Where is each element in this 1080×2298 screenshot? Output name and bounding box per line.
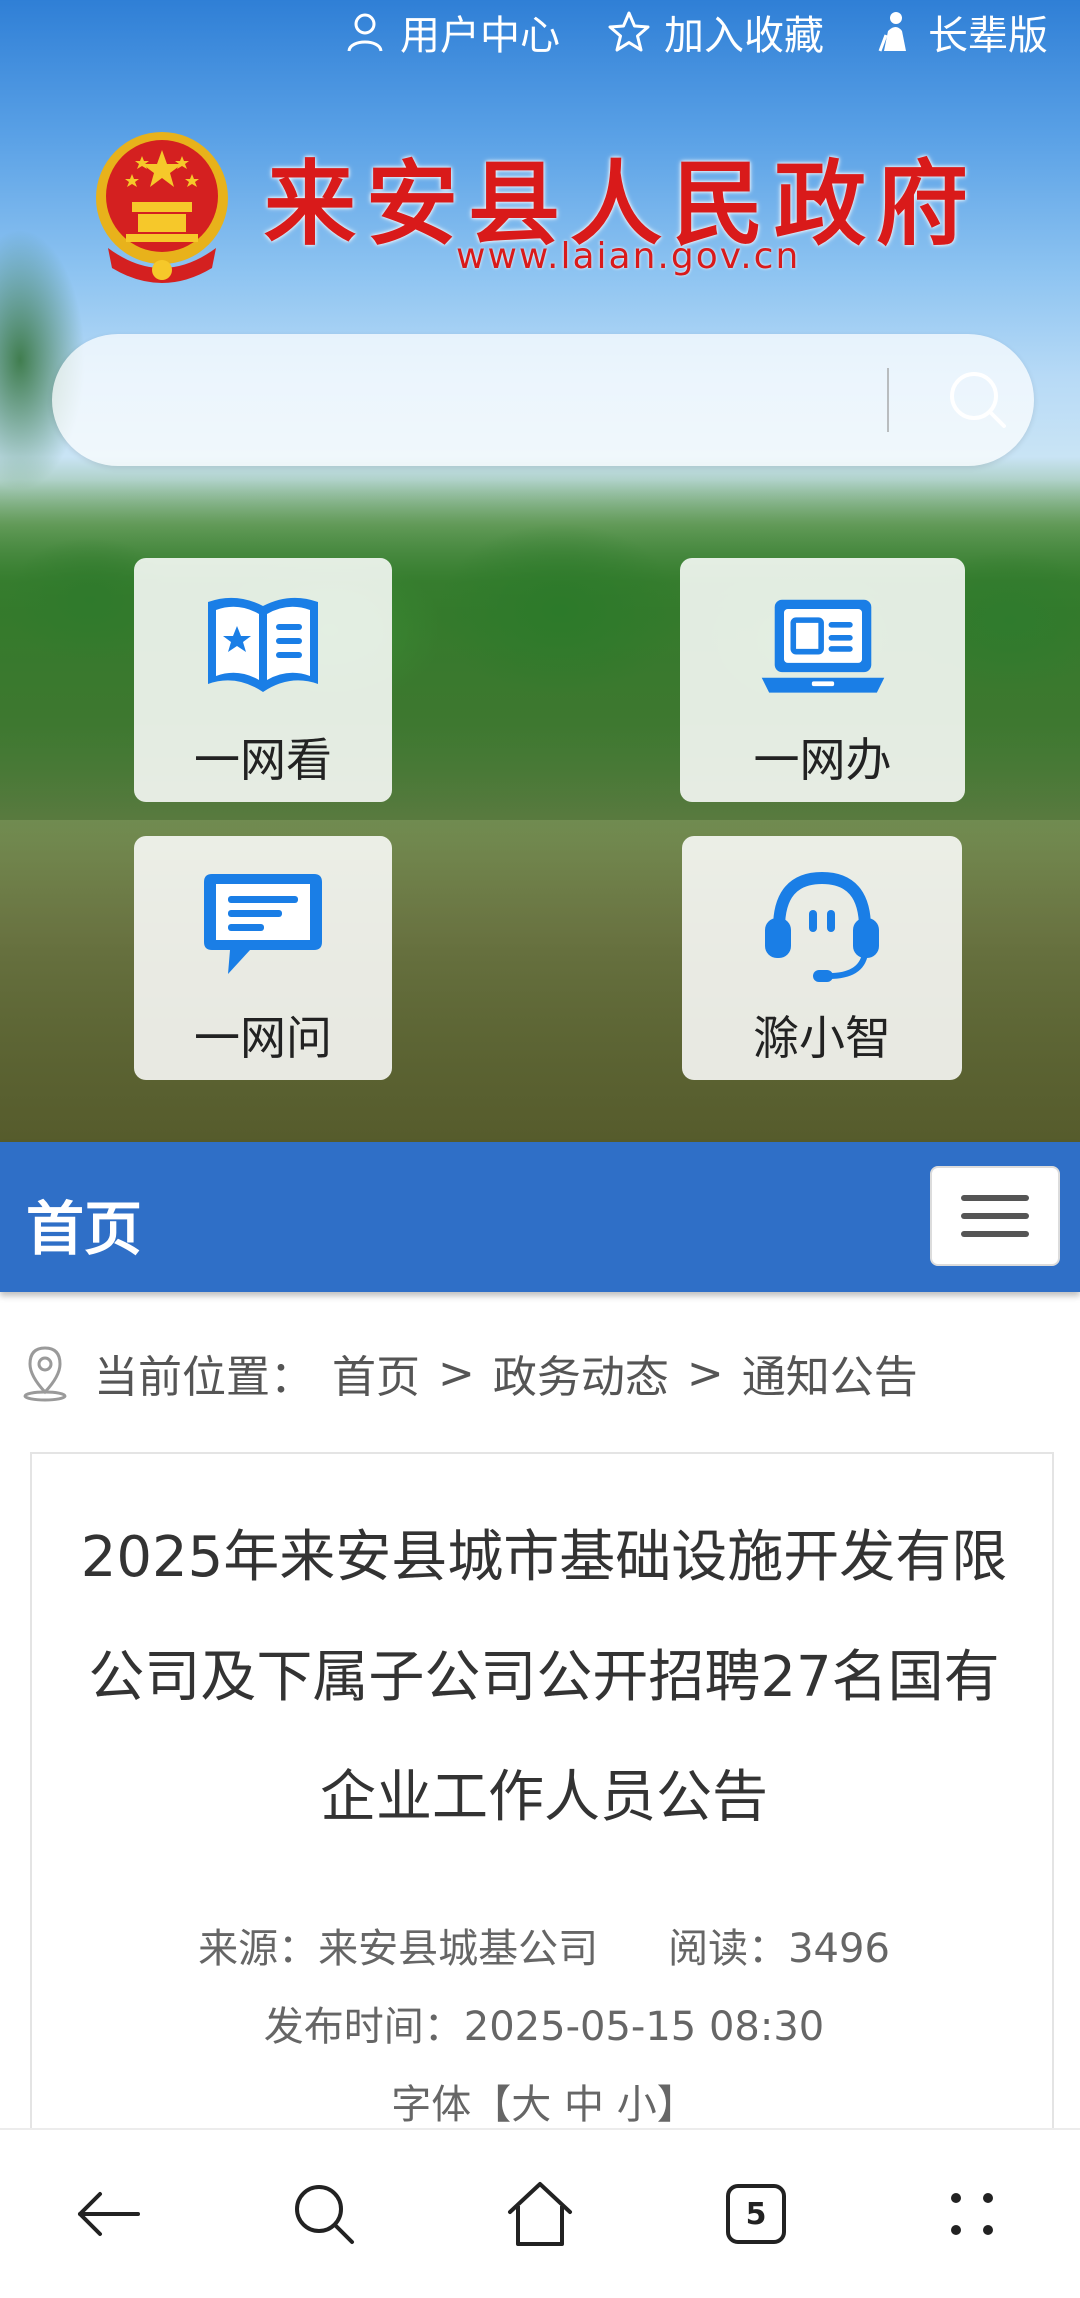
search-button[interactable] — [269, 2159, 379, 2269]
back-button[interactable] — [53, 2159, 163, 2269]
top-links: 用户中心 加入收藏 长辈版 — [342, 4, 1048, 60]
search-icon[interactable] — [942, 364, 1014, 436]
tile-yiwangban[interactable]: 一网办 — [680, 558, 965, 802]
breadcrumb-item-notices[interactable]: 通知公告 — [742, 1341, 918, 1405]
font-size-selector[interactable]: 字体【大 中 小】 — [32, 2072, 1056, 2130]
site-logo[interactable]: 来安县人民政府 www.laian.gov.cn — [88, 128, 1008, 288]
breadcrumb-item-news[interactable]: 政务动态 — [493, 1341, 669, 1405]
tile-yiwangwen[interactable]: 一网问 — [134, 836, 392, 1080]
breadcrumb: 当前位置： 首页 > 政务动态 > 通知公告 — [14, 1338, 918, 1408]
chat-icon — [204, 874, 322, 974]
home-icon — [508, 2182, 572, 2246]
source-value: 来安县城基公司 — [318, 1926, 599, 1972]
tile-label: 一网问 — [194, 1011, 332, 1065]
tile-label: 一网办 — [753, 733, 892, 787]
breadcrumb-item-home[interactable]: 首页 — [332, 1341, 420, 1405]
published-label: 发布时间： — [263, 2004, 464, 2050]
site-url: www.laian.gov.cn — [456, 236, 801, 277]
article-title: 2025年来安县城市基础设施开发有限公司及下属子公司公开招聘27名国有企业工作人… — [80, 1525, 1008, 1830]
hamburger-icon — [961, 1195, 1029, 1201]
source-label: 来源： — [198, 1926, 319, 1972]
tabs-button[interactable]: 5 — [701, 2159, 811, 2269]
article-meta-source-reads: 来源：来安县城基公司 阅读：3496 — [32, 1916, 1056, 1974]
hero-banner: 用户中心 加入收藏 长辈版 来安县人民政府 www.laian.gov.cn 一… — [0, 0, 1080, 1142]
add-favorite-link[interactable]: 加入收藏 — [606, 3, 824, 61]
location-pin-icon — [23, 1346, 67, 1402]
tile-label: 一网看 — [194, 733, 332, 787]
nav-home-link[interactable]: 首页 — [26, 1182, 142, 1266]
add-favorite-label: 加入收藏 — [664, 13, 824, 59]
hamburger-icon-line — [961, 1213, 1029, 1219]
user-center-link[interactable]: 用户中心 — [342, 3, 560, 61]
elder-version-label: 长辈版 — [928, 13, 1048, 59]
user-center-label: 用户中心 — [400, 13, 560, 59]
book-icon — [208, 597, 318, 692]
tile-yiwangkan[interactable]: 一网看 — [134, 558, 392, 802]
tab-count: 5 — [745, 2196, 767, 2232]
reads-label: 阅读： — [668, 1926, 789, 1972]
headset-icon — [765, 871, 879, 982]
tile-chuxiaozhi[interactable]: 滁小智 — [682, 836, 962, 1080]
menu-button[interactable] — [930, 1166, 1060, 1266]
user-icon — [347, 13, 383, 52]
article-meta-published: 发布时间：2025-05-15 08:30 — [32, 1994, 1056, 2052]
home-button[interactable] — [485, 2159, 595, 2269]
elder-version-link[interactable]: 长辈版 — [870, 3, 1048, 61]
star-icon — [608, 11, 650, 52]
laptop-icon — [761, 599, 884, 693]
national-emblem-icon — [96, 132, 228, 283]
browser-bottom-bar: 5 — [0, 2128, 1080, 2298]
published-time: 2025-05-15 08:30 — [463, 2004, 825, 2050]
reads-count: 3496 — [788, 1926, 890, 1972]
elder-icon — [878, 12, 906, 52]
hamburger-icon-line — [961, 1231, 1029, 1237]
search-divider — [887, 368, 889, 432]
breadcrumb-separator: > — [686, 1347, 724, 1399]
search-icon — [295, 2185, 354, 2244]
more-menu-button[interactable] — [917, 2159, 1027, 2269]
breadcrumb-label: 当前位置： — [94, 1352, 314, 1403]
search-input[interactable] — [92, 354, 872, 446]
more-dots-icon — [951, 2193, 993, 2235]
breadcrumb-separator: > — [438, 1347, 475, 1399]
search-bar — [52, 334, 1034, 466]
nav-bar: 首页 — [0, 1142, 1080, 1292]
tile-label: 滁小智 — [753, 1011, 891, 1065]
arrow-left-icon — [78, 2192, 140, 2236]
